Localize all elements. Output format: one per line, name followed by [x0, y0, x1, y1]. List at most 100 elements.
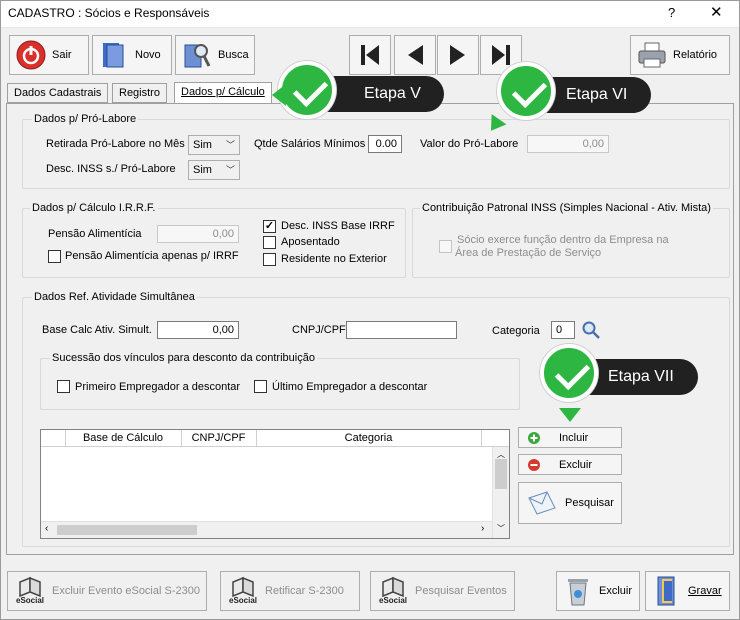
plus-circle-icon: [528, 431, 540, 444]
callout-v-pointer: [272, 84, 286, 106]
excluir-row-button[interactable]: Excluir: [518, 454, 622, 475]
desc-inss-base-label: Desc. INSS Base IRRF: [281, 220, 395, 232]
power-icon: [16, 40, 46, 70]
previous-record-button[interactable]: [394, 35, 436, 75]
atividade-grid[interactable]: Base de Cálculo CNPJ/CPF Categoria ︿ ﹀ ‹…: [40, 429, 510, 539]
residente-checkbox[interactable]: [263, 253, 276, 266]
pro-labore-group-title: Dados p/ Pró-Labore: [32, 113, 139, 125]
incluir-button[interactable]: Incluir: [518, 427, 622, 448]
close-button[interactable]: ✕: [710, 3, 723, 21]
grid-vertical-scrollbar[interactable]: ︿ ﹀: [492, 447, 509, 538]
desc-inss-base-checkbox[interactable]: [263, 220, 276, 233]
grid-col-cnpj[interactable]: CNPJ/CPF: [181, 432, 256, 444]
novo-button[interactable]: Novo: [92, 35, 172, 75]
busca-label: Busca: [218, 49, 249, 61]
first-record-button[interactable]: [349, 35, 391, 75]
grid-col-categoria[interactable]: Categoria: [256, 432, 481, 444]
ultimo-empregador-checkbox[interactable]: [254, 380, 267, 393]
sucessao-group-title: Sucessão dos vínculos para desconto da c…: [50, 352, 317, 364]
qtde-label: Qtde Salários Mínimos: [254, 138, 366, 150]
gravar-button[interactable]: Gravar: [645, 571, 730, 611]
retirada-label: Retirada Pró-Labore no Mês: [46, 138, 185, 150]
callout-etapa-v: Etapa V: [278, 61, 444, 119]
excluir-row-label: Excluir: [559, 458, 593, 471]
esocial-icon: eSocial: [16, 576, 44, 606]
base-calc-input[interactable]: 0,00: [157, 321, 239, 339]
callout-vii-pointer: [559, 408, 581, 422]
envelope-search-icon: [528, 491, 556, 515]
valor-label: Valor do Pró-Labore: [420, 138, 519, 150]
search-folder-icon: [182, 40, 212, 70]
excluir-button[interactable]: Excluir: [556, 571, 640, 611]
excluir-evento-button[interactable]: eSocial Excluir Evento eSocial S-2300: [7, 571, 207, 611]
aposentado-checkbox[interactable]: [263, 236, 276, 249]
tab-dados-cadastrais[interactable]: Dados Cadastrais: [7, 83, 109, 103]
valor-input[interactable]: 0,00: [527, 135, 609, 153]
trash-icon: [568, 579, 588, 606]
checkmark-icon: [497, 62, 555, 120]
qtde-input[interactable]: 0.00: [368, 135, 402, 153]
printer-icon: [637, 40, 667, 70]
socio-label-line2: Área de Prestação de Serviço: [455, 247, 602, 259]
esocial-icon: eSocial: [229, 576, 257, 606]
tab-dados-calculo[interactable]: Dados p/ Cálculo: [174, 82, 272, 104]
minus-circle-icon: [528, 458, 540, 471]
hscroll-thumb[interactable]: [57, 525, 197, 535]
irrf-group-title: Dados p/ Cálculo I.R.R.F.: [30, 202, 158, 214]
chevron-right-icon[interactable]: ›: [481, 523, 484, 534]
tab-registro[interactable]: Registro: [112, 83, 167, 103]
categoria-label: Categoria: [492, 325, 540, 337]
primeiro-empregador-label: Primeiro Empregador a descontar: [75, 381, 241, 393]
chevron-down-icon[interactable]: ﹀: [497, 523, 505, 534]
retificar-button[interactable]: eSocial Retificar S-2300: [220, 571, 360, 611]
cnpj-label: CNPJ/CPF: [292, 324, 346, 336]
incluir-label: Incluir: [559, 431, 589, 444]
pensao-input[interactable]: 0,00: [157, 225, 239, 243]
esocial-logo-text: eSocial: [229, 596, 258, 605]
irrf-group: [22, 208, 406, 278]
grid-header: Base de Cálculo CNPJ/CPF Categoria: [41, 430, 509, 447]
desc-inss-select[interactable]: Sim ﹀: [188, 160, 240, 180]
primeiro-empregador-checkbox[interactable]: [57, 380, 70, 393]
checkmark-icon: [540, 344, 598, 402]
retirada-select[interactable]: Sim ﹀: [188, 135, 240, 155]
grid-col-base[interactable]: Base de Cálculo: [65, 432, 181, 444]
desc-inss-label: Desc. INSS s./ Pró-Labore: [46, 163, 176, 175]
categoria-input[interactable]: 0: [551, 321, 575, 339]
checkmark-icon: [278, 61, 336, 119]
patronal-group-title: Contribuição Patronal INSS (Simples Naci…: [420, 202, 713, 214]
cnpj-input[interactable]: [346, 321, 457, 339]
excluir-label: Excluir: [599, 585, 633, 597]
callout-etapa-v-label: Etapa V: [364, 85, 421, 102]
base-calc-label: Base Calc Ativ. Simult.: [42, 324, 152, 336]
retificar-label: Retificar S-2300: [265, 585, 344, 597]
sair-label: Sair: [52, 49, 72, 61]
skip-last-icon: [492, 45, 510, 65]
chevron-left-icon[interactable]: ‹: [45, 523, 48, 534]
busca-button[interactable]: Busca: [175, 35, 255, 75]
pesquisar-button[interactable]: Pesquisar: [518, 482, 622, 524]
socio-label-line1: Sócio exerce função dentro da Empresa na: [457, 234, 669, 246]
pro-labore-group: [22, 119, 730, 189]
pesquisar-eventos-label: Pesquisar Eventos: [415, 585, 507, 597]
help-button[interactable]: ?: [668, 5, 675, 20]
aposentado-label: Aposentado: [281, 236, 340, 248]
residente-label: Residente no Exterior: [281, 253, 387, 265]
relatorio-button[interactable]: Relatório: [630, 35, 730, 75]
pesquisar-eventos-button[interactable]: eSocial Pesquisar Eventos: [370, 571, 515, 611]
next-record-button[interactable]: [437, 35, 479, 75]
grid-horizontal-scrollbar[interactable]: ‹ ›: [41, 521, 492, 538]
chevron-down-icon: ﹀: [225, 140, 235, 150]
esocial-logo-text: eSocial: [379, 596, 408, 605]
simultanea-group-title: Dados Ref. Atividade Simultânea: [32, 291, 197, 303]
callout-etapa-vii: Etapa VII: [540, 344, 698, 402]
socio-checkbox[interactable]: [439, 240, 452, 253]
scroll-thumb[interactable]: [495, 459, 507, 489]
save-binder-icon: [657, 576, 675, 606]
gravar-label: Gravar: [688, 585, 722, 597]
sair-button[interactable]: Sair: [9, 35, 89, 75]
pensao-label: Pensão Alimentícia: [48, 228, 142, 240]
search-icon[interactable]: [581, 320, 601, 343]
esocial-icon: eSocial: [379, 576, 407, 606]
pensao-apenas-checkbox[interactable]: [48, 250, 61, 263]
